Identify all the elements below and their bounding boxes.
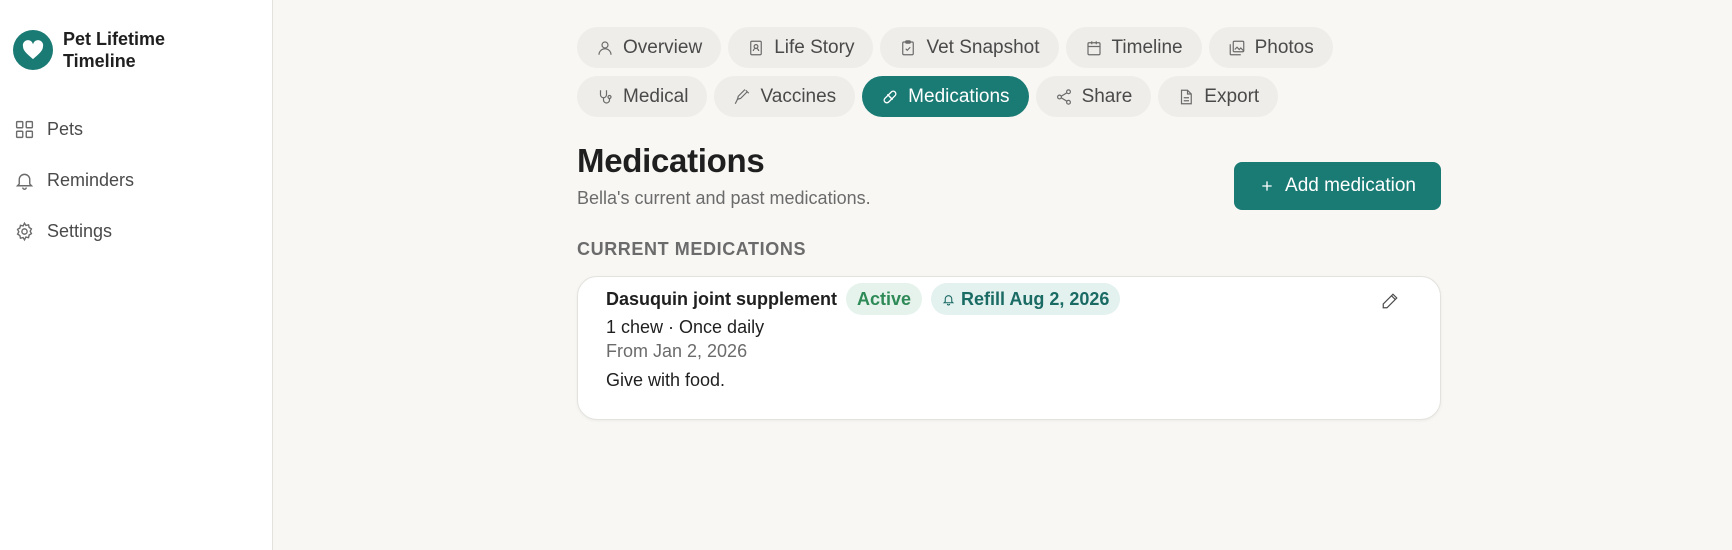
sidebar-item-settings[interactable]: Settings: [14, 206, 134, 257]
tab-vaccines[interactable]: Vaccines: [714, 76, 856, 117]
sidebar-nav: Pets Reminders Settings: [14, 104, 134, 257]
sidebar-item-label: Pets: [47, 119, 84, 139]
tab-label: Photos: [1254, 36, 1314, 58]
sidebar-item-label: Reminders: [47, 170, 135, 190]
tab-photos[interactable]: Photos: [1208, 27, 1333, 68]
clipboard-icon: [902, 39, 915, 55]
tab-label: Vet Snapshot: [926, 36, 1040, 58]
tab-label: Share: [1081, 85, 1133, 107]
images-icon: [1229, 40, 1244, 55]
tab-timeline[interactable]: Timeline: [1065, 27, 1202, 68]
refill-badge: Refill Aug 2, 2026: [931, 283, 1121, 315]
pencil-icon: [1382, 293, 1398, 309]
medication-name: Dasuquin joint supplement: [606, 288, 838, 309]
medication-card: Dasuquin joint supplement Active Refill …: [577, 276, 1441, 420]
sidebar-item-pets[interactable]: Pets: [14, 104, 134, 155]
tab-share[interactable]: Share: [1035, 76, 1152, 117]
tab-label: Timeline: [1111, 36, 1183, 58]
bell-icon: [15, 173, 34, 190]
tab-label: Medical: [623, 85, 689, 107]
tab-vet-snapshot[interactable]: Vet Snapshot: [880, 27, 1059, 68]
book-icon: [750, 40, 763, 55]
tab-export[interactable]: Export: [1158, 76, 1279, 117]
tab-overview[interactable]: Overview: [577, 27, 722, 68]
refill-date: Refill Aug 2, 2026: [961, 288, 1110, 309]
tab-life-story[interactable]: Life Story: [728, 27, 874, 68]
sidebar-item-label: Settings: [47, 221, 113, 241]
tab-medical[interactable]: Medical: [577, 76, 708, 117]
bell-icon: [942, 294, 955, 305]
page-subtitle: Bella's current and past medications.: [577, 188, 871, 208]
medication-notes: Give with food.: [606, 370, 726, 390]
add-medication-button[interactable]: Add medication: [1234, 162, 1441, 210]
section-title: CURRENT MEDICATIONS: [577, 239, 807, 259]
file-icon: [1181, 89, 1193, 104]
app-title: Pet Lifetime Timeline: [63, 29, 166, 71]
sidebar-item-reminders[interactable]: Reminders: [14, 155, 134, 206]
share-icon: [1056, 88, 1071, 105]
tab-label: Export: [1204, 85, 1260, 107]
grid-icon: [15, 120, 34, 139]
gear-icon: [16, 221, 33, 242]
heart-logo-icon: [13, 30, 53, 70]
calendar-icon: [1086, 40, 1101, 55]
pet-section-tabs: Overview Life Story Vet Snapshot Timelin…: [577, 27, 1337, 125]
user-icon: [598, 40, 612, 55]
tab-label: Vaccines: [760, 85, 837, 107]
medication-start-date: From Jan 2, 2026: [606, 341, 748, 361]
add-medication-label: Add medication: [1285, 175, 1416, 196]
edit-medication-button[interactable]: [1378, 289, 1402, 313]
plus-icon: [1262, 181, 1272, 191]
page-title: Medications: [577, 142, 765, 179]
brand[interactable]: Pet Lifetime Timeline: [13, 28, 213, 72]
stethoscope-icon: [599, 89, 612, 104]
sidebar: Pet Lifetime Timeline Pets Reminders Set…: [0, 0, 273, 550]
status-badge: Active: [846, 283, 923, 315]
pill-icon: [883, 90, 897, 103]
tab-label: Life Story: [774, 36, 855, 58]
tab-label: Overview: [623, 36, 703, 58]
syringe-icon: [735, 88, 750, 104]
medication-dose: 1 chew · Once daily: [606, 317, 765, 337]
tab-medications[interactable]: Medications: [862, 76, 1029, 117]
tab-label: Medications: [908, 85, 1010, 107]
